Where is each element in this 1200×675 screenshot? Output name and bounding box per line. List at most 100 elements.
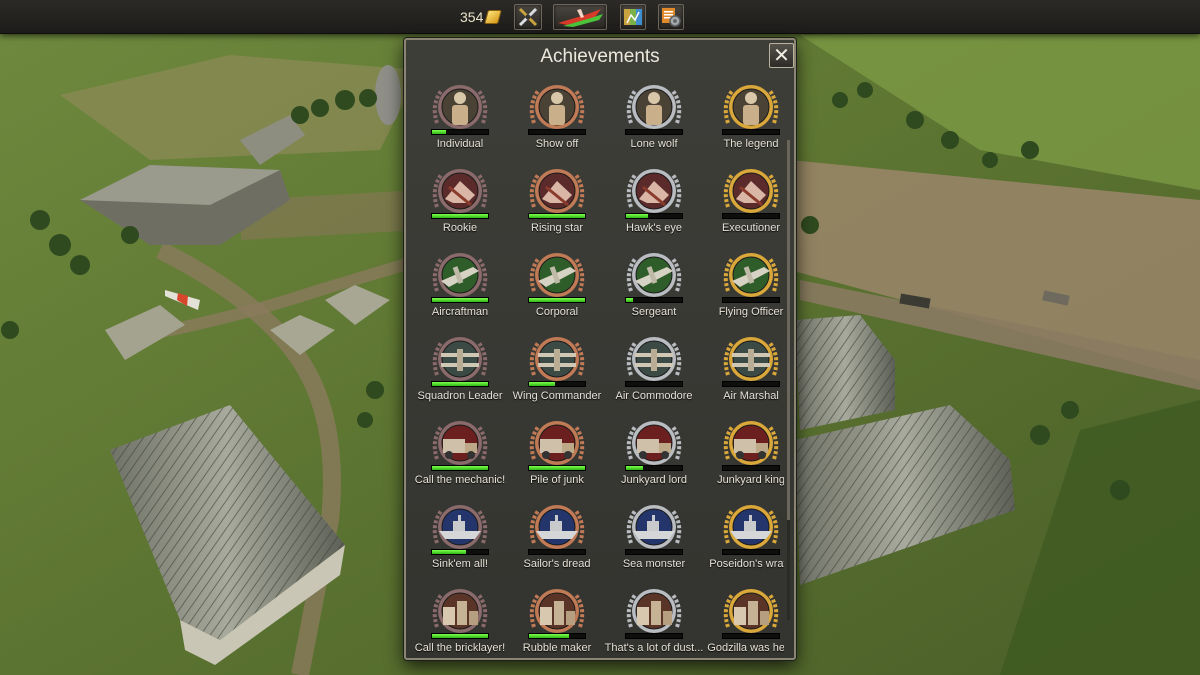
scrollbar-thumb[interactable] xyxy=(787,140,790,520)
achievement-medal-icon xyxy=(626,85,682,129)
achievement-progress-bar xyxy=(431,213,489,219)
achievement-item[interactable]: Pile of junk xyxy=(511,413,603,497)
achievement-medal-icon xyxy=(723,589,779,633)
achievement-medal-icon xyxy=(529,337,585,381)
achievement-name: Air Commodore xyxy=(615,390,693,402)
achievement-progress-bar xyxy=(431,381,489,387)
top-bar: 354 xyxy=(0,0,1200,34)
map-icon xyxy=(624,9,642,25)
achievement-item[interactable]: Air Commodore xyxy=(608,329,700,413)
achievement-item[interactable]: Junkyard king xyxy=(705,413,784,497)
weapons-button[interactable] xyxy=(514,4,542,30)
achievement-item[interactable]: Individual xyxy=(414,77,506,161)
achievement-item[interactable]: That's a lot of dust... xyxy=(605,581,703,657)
achievement-medal-icon xyxy=(432,169,488,213)
achievement-item[interactable]: Aircraftman xyxy=(414,245,506,329)
settings-button[interactable] xyxy=(658,4,684,30)
achievement-progress-bar xyxy=(528,297,586,303)
achievement-medal-icon xyxy=(626,505,682,549)
achievement-item[interactable]: Junkyard lord xyxy=(608,413,700,497)
achievement-item[interactable]: Show off xyxy=(511,77,603,161)
achievement-name: Sink'em all! xyxy=(432,558,488,570)
achievement-progress-bar xyxy=(722,297,780,303)
achievement-item[interactable]: Sink'em all! xyxy=(414,497,506,581)
achievement-item[interactable]: Lone wolf xyxy=(608,77,700,161)
achievement-progress-bar xyxy=(722,633,780,639)
progress-fill xyxy=(529,634,570,638)
achievement-item[interactable]: Wing Commander xyxy=(511,329,603,413)
achievement-medal-icon xyxy=(432,505,488,549)
achievement-progress-bar xyxy=(528,549,586,555)
achievement-name: Rising star xyxy=(531,222,583,234)
achievement-item[interactable]: Squadron Leader xyxy=(414,329,506,413)
achievement-item[interactable]: Rubble maker xyxy=(511,581,603,657)
achievement-medal-icon xyxy=(723,337,779,381)
achievement-progress-bar xyxy=(431,465,489,471)
crossed-weapons-icon xyxy=(518,7,538,27)
achievement-item[interactable]: Sea monster xyxy=(608,497,700,581)
achievement-item[interactable]: Poseidon's wrath xyxy=(705,497,784,581)
achievement-name: Godzilla was here xyxy=(707,642,784,654)
achievement-name: The legend xyxy=(723,138,779,150)
achievement-medal-icon xyxy=(723,253,779,297)
achievement-item[interactable]: Executioner xyxy=(705,161,784,245)
achievement-item[interactable]: Call the bricklayer! xyxy=(414,581,506,657)
achievement-medal-icon xyxy=(432,421,488,465)
achievement-item[interactable]: The legend xyxy=(705,77,784,161)
achievement-item[interactable]: Rising star xyxy=(511,161,603,245)
close-icon: ✕ xyxy=(773,44,790,67)
achievement-medal-icon xyxy=(723,505,779,549)
achievement-progress-bar xyxy=(625,465,683,471)
achievement-item[interactable]: Corporal xyxy=(511,245,603,329)
achievement-progress-bar xyxy=(722,465,780,471)
achievement-progress-bar xyxy=(431,549,489,555)
achievement-progress-bar xyxy=(722,213,780,219)
achievement-progress-bar xyxy=(528,129,586,135)
progress-fill xyxy=(432,382,488,386)
achievement-name: Sergeant xyxy=(631,306,677,318)
achievement-medal-icon xyxy=(432,85,488,129)
achievement-medal-icon xyxy=(529,169,585,213)
achievement-medal-icon xyxy=(432,337,488,381)
progress-fill xyxy=(432,634,488,638)
achievement-progress-bar xyxy=(528,465,586,471)
achievement-medal-icon xyxy=(432,589,488,633)
scrollbar[interactable] xyxy=(787,140,790,620)
close-button[interactable]: ✕ xyxy=(769,43,794,68)
achievement-item[interactable]: Sergeant xyxy=(608,245,700,329)
achievement-name: Corporal xyxy=(535,306,579,318)
achievement-progress-bar xyxy=(722,549,780,555)
progress-fill xyxy=(432,466,488,470)
achievement-progress-bar xyxy=(528,633,586,639)
achievement-item[interactable]: Hawk's eye xyxy=(608,161,700,245)
progress-fill xyxy=(529,298,585,302)
achievement-progress-bar xyxy=(431,129,489,135)
achievement-medal-icon xyxy=(626,337,682,381)
achievement-medal-icon xyxy=(626,421,682,465)
achievement-item[interactable]: Rookie xyxy=(414,161,506,245)
achievement-name: Hawk's eye xyxy=(626,222,682,234)
achievement-item[interactable]: Godzilla was here xyxy=(705,581,784,657)
achievement-medal-icon xyxy=(529,589,585,633)
achievement-name: Call the mechanic! xyxy=(414,474,506,486)
achievement-name: Individual xyxy=(436,138,484,150)
achievement-item[interactable]: Call the mechanic! xyxy=(414,413,506,497)
achievement-name: Call the bricklayer! xyxy=(414,642,506,654)
achievement-name: Air Marshal xyxy=(723,390,779,402)
gear-icon xyxy=(662,8,681,27)
progress-fill xyxy=(626,298,633,302)
achievement-item[interactable]: Sailor's dread xyxy=(511,497,603,581)
progress-fill xyxy=(626,466,643,470)
achievement-item[interactable]: Flying Officer xyxy=(705,245,784,329)
achievement-name: That's a lot of dust... xyxy=(604,642,704,654)
achievement-progress-bar xyxy=(528,213,586,219)
map-button[interactable] xyxy=(620,4,646,30)
achievements-panel: Achievements ✕ Individual Show off Lone wo… xyxy=(404,38,796,660)
progress-fill xyxy=(432,550,466,554)
achievement-medal-icon xyxy=(432,253,488,297)
progress-fill xyxy=(432,130,446,134)
achievement-item[interactable]: Air Marshal xyxy=(705,329,784,413)
aircraft-button[interactable] xyxy=(553,4,607,30)
achievement-name: Poseidon's wrath xyxy=(709,558,784,570)
achievement-medal-icon xyxy=(723,169,779,213)
